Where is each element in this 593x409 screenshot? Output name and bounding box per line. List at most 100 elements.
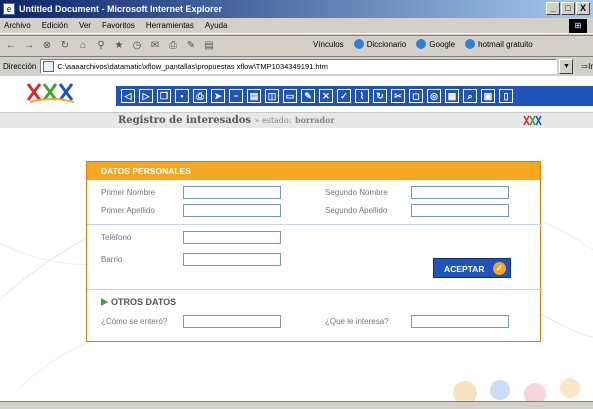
link-label: Google bbox=[429, 39, 456, 49]
segundo-nombre-label: Segundo Nombre bbox=[325, 188, 388, 197]
discuss-icon[interactable]: ▤ bbox=[202, 39, 216, 53]
menu-ver[interactable]: Ver bbox=[79, 21, 91, 30]
refresh-icon[interactable]: ↻ bbox=[58, 39, 72, 53]
go-label: Ir bbox=[588, 61, 593, 71]
edit-icon[interactable]: ✎ bbox=[184, 39, 198, 53]
next-icon[interactable]: ▷ bbox=[139, 89, 153, 103]
telefono-label: Teléfono bbox=[101, 233, 132, 242]
barrio-input[interactable] bbox=[183, 253, 281, 266]
document-icon[interactable]: ▤ bbox=[247, 89, 261, 103]
link-label: Diccionario bbox=[366, 39, 407, 49]
cut-icon[interactable]: ✂ bbox=[391, 89, 405, 103]
primer-apellido-input[interactable] bbox=[183, 204, 281, 217]
history-icon[interactable]: ◷ bbox=[130, 39, 144, 53]
save-icon[interactable]: ▪ bbox=[175, 89, 189, 103]
search-icon[interactable]: ⚲ bbox=[94, 39, 108, 53]
que-le-interesa-input[interactable] bbox=[411, 315, 509, 328]
link-diccionario[interactable]: Diccionario bbox=[353, 39, 407, 49]
close-button[interactable]: X bbox=[576, 2, 590, 15]
menu-bar: Archivo Edición Ver Favoritos Herramient… bbox=[0, 18, 593, 34]
datos-personales-panel: DATOS PERSONALES Primer Nombre Segundo N… bbox=[86, 161, 542, 342]
prev-icon[interactable]: ◁ bbox=[121, 89, 135, 103]
link-hotmail[interactable]: hotmail gratuito bbox=[465, 39, 533, 49]
otros-datos-heading[interactable]: OTROS DATOS bbox=[101, 297, 176, 307]
primer-nombre-label: Primer Nombre bbox=[101, 188, 156, 197]
windows-logo-icon: ⊞ bbox=[569, 19, 587, 33]
link-label: hotmail gratuito bbox=[478, 39, 533, 49]
barrio-label: Barrio bbox=[101, 255, 123, 264]
link-icon bbox=[416, 39, 427, 49]
calendar-icon[interactable]: ▦ bbox=[445, 89, 459, 103]
stop-icon[interactable]: ⊗ bbox=[40, 39, 54, 53]
menu-ayuda[interactable]: Ayuda bbox=[205, 21, 228, 30]
page-icon bbox=[43, 60, 55, 72]
segundo-apellido-input[interactable] bbox=[411, 204, 509, 217]
form-title: Registro de interesados bbox=[118, 115, 252, 126]
forward-icon[interactable]: → bbox=[22, 39, 36, 53]
preview-icon[interactable]: ⌕ bbox=[463, 89, 477, 103]
minimize-button[interactable]: _ bbox=[546, 2, 560, 15]
menu-herramientas[interactable]: Herramientas bbox=[146, 21, 194, 30]
home-icon[interactable]: ⌂ bbox=[76, 39, 90, 53]
section-divider bbox=[87, 289, 542, 290]
primer-apellido-label: Primer Apellido bbox=[101, 206, 155, 215]
menu-favoritos[interactable]: Favoritos bbox=[102, 21, 135, 30]
folder-open-icon[interactable]: ▭ bbox=[283, 89, 297, 103]
section-title: DATOS PERSONALES bbox=[87, 162, 540, 180]
back-icon[interactable]: ← bbox=[4, 39, 18, 53]
links-bar: Vínculos Diccionario Google hotmail grat… bbox=[313, 39, 533, 49]
delete-icon[interactable]: ✕ bbox=[319, 89, 333, 103]
state-value: borrador bbox=[294, 115, 335, 125]
maximize-button[interactable]: □ bbox=[561, 2, 575, 15]
browser-toolbar: ← → ⊗ ↻ ⌂ ⚲ ★ ◷ ✉ ⎙ ✎ ▤ Vínculos Diccion… bbox=[0, 35, 593, 55]
links-label: Vínculos bbox=[313, 39, 344, 49]
attach-icon[interactable]: ⌇ bbox=[355, 89, 369, 103]
address-input[interactable]: C:\aaaarchivos\datamatic\xflow_pantallas… bbox=[40, 58, 558, 74]
window-controls: _ □ X bbox=[546, 2, 590, 15]
page-content: ◁ ▷ ❐ ▪ ⎙ ➤ − ▤ ◫ ▭ ✎ ✕ ✓ ⌇ ↻ ✂ ◻ ◎ ▦ ⌕ … bbox=[0, 76, 593, 401]
aceptar-label: ACEPTAR bbox=[444, 264, 485, 274]
page-title: Registro de interesados » estado: borrad… bbox=[118, 115, 335, 126]
mini-brand-logo bbox=[523, 115, 542, 126]
otros-datos-label: OTROS DATOS bbox=[111, 297, 177, 307]
mail-icon[interactable]: ✉ bbox=[148, 39, 162, 53]
app-header: ◁ ▷ ❐ ▪ ⎙ ➤ − ▤ ◫ ▭ ✎ ✕ ✓ ⌇ ↻ ✂ ◻ ◎ ▦ ⌕ … bbox=[0, 76, 593, 112]
link-icon bbox=[353, 39, 364, 49]
segundo-nombre-input[interactable] bbox=[411, 186, 509, 199]
report-icon[interactable]: ▣ bbox=[481, 89, 495, 103]
menu-archivo[interactable]: Archivo bbox=[4, 21, 31, 30]
link-google[interactable]: Google bbox=[416, 39, 455, 49]
address-bar: Dirección C:\aaaarchivos\datamatic\xflow… bbox=[0, 56, 593, 75]
go-button[interactable]: ⇨Ir bbox=[581, 62, 593, 71]
page-icon[interactable]: ▯ bbox=[499, 89, 513, 103]
pointer-icon[interactable]: ➤ bbox=[211, 89, 225, 103]
como-se-entero-label: ¿Cómo se enteró? bbox=[101, 317, 168, 326]
como-se-entero-input[interactable] bbox=[183, 315, 281, 328]
copy-icon[interactable]: ❐ bbox=[157, 89, 171, 103]
checklist-icon[interactable]: ✓ bbox=[337, 89, 351, 103]
address-url: C:\aaaarchivos\datamatic\xflow_pantallas… bbox=[57, 61, 328, 71]
primer-nombre-input[interactable] bbox=[183, 186, 281, 199]
ie-page-icon: e bbox=[3, 3, 15, 15]
form-subheader: Registro de interesados » estado: borrad… bbox=[0, 112, 593, 128]
address-dropdown-button[interactable]: ▼ bbox=[559, 58, 574, 74]
telefono-input[interactable] bbox=[183, 231, 281, 244]
state-label: » estado: bbox=[254, 116, 292, 125]
brand-logo bbox=[26, 83, 75, 103]
aceptar-button[interactable]: ACEPTAR ✓ bbox=[433, 258, 511, 278]
split-icon[interactable]: ◫ bbox=[265, 89, 279, 103]
check-icon: ✓ bbox=[493, 262, 506, 275]
edit-icon[interactable]: ✎ bbox=[301, 89, 315, 103]
expand-arrow-icon bbox=[101, 298, 108, 306]
menu-edicion[interactable]: Edición bbox=[42, 21, 68, 30]
favorites-icon[interactable]: ★ bbox=[112, 39, 126, 53]
print-icon[interactable]: ⎙ bbox=[193, 89, 207, 103]
refresh-icon[interactable]: ↻ bbox=[373, 89, 387, 103]
window-icon[interactable]: ◻ bbox=[409, 89, 423, 103]
minus-icon[interactable]: − bbox=[229, 89, 243, 103]
segundo-apellido-label: Segundo Apellido bbox=[325, 206, 388, 215]
settings-icon[interactable]: ◎ bbox=[427, 89, 441, 103]
status-bar bbox=[0, 401, 593, 409]
print-icon[interactable]: ⎙ bbox=[166, 39, 180, 53]
address-label: Dirección bbox=[3, 61, 37, 71]
